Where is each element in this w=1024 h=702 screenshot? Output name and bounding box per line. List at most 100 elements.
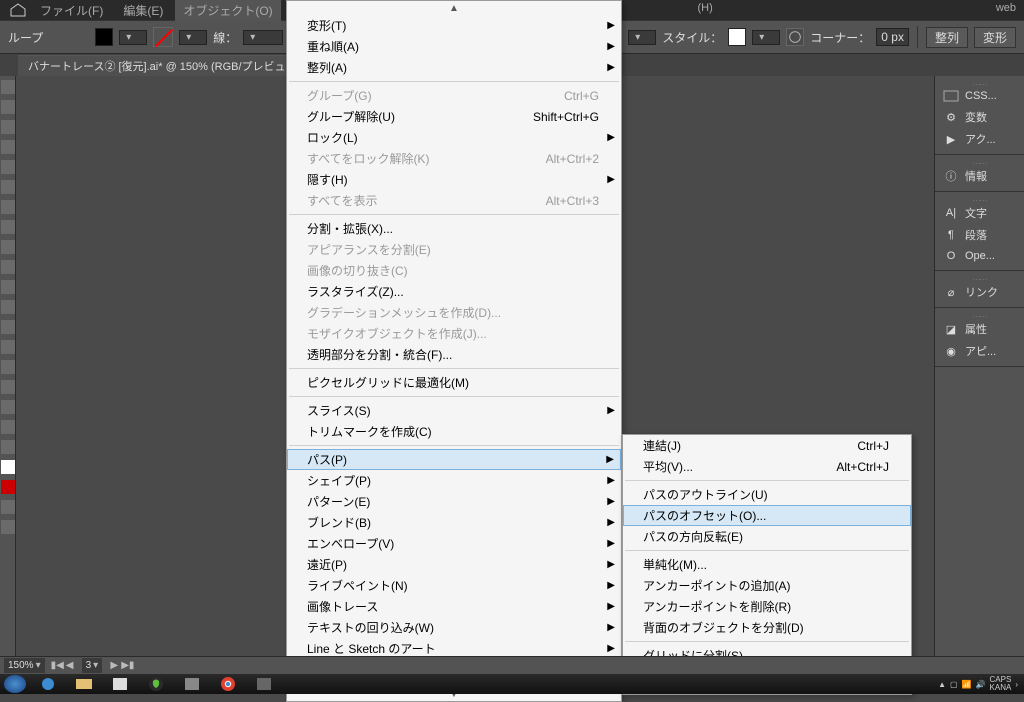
opacity-combo[interactable] bbox=[628, 30, 656, 45]
menu-item[interactable]: ライブペイント(N)▶ bbox=[287, 575, 621, 596]
zoom-combo[interactable]: 150% bbox=[4, 658, 45, 673]
artboard-combo[interactable]: 3 bbox=[82, 658, 103, 673]
transform-button[interactable]: 変形 bbox=[974, 27, 1016, 48]
panel-character[interactable]: A|文字 bbox=[935, 202, 1024, 224]
menu-object-dropdown[interactable]: ▲変形(T)▶重ね順(A)▶整列(A)▶グループ(G)Ctrl+Gグループ解除(… bbox=[286, 0, 622, 702]
tool-generic[interactable] bbox=[1, 220, 15, 234]
menu-item[interactable]: 平均(V)...Alt+Ctrl+J bbox=[623, 456, 911, 477]
menu-item[interactable]: 画像トレース▶ bbox=[287, 596, 621, 617]
taskbar-app1[interactable] bbox=[103, 675, 137, 693]
artboard-nav-fwd[interactable]: ▶▶▮ bbox=[108, 660, 133, 671]
stroke-color-combo[interactable] bbox=[179, 30, 207, 45]
tool-generic[interactable] bbox=[1, 240, 15, 254]
style-combo[interactable] bbox=[752, 30, 780, 45]
stroke-none-icon[interactable] bbox=[153, 27, 173, 47]
panel-info[interactable]: ⓘ情報 bbox=[935, 165, 1024, 187]
menu-item[interactable]: テキストの回り込み(W)▶ bbox=[287, 617, 621, 638]
start-button[interactable] bbox=[4, 675, 26, 693]
menu-web[interactable]: web bbox=[996, 2, 1016, 14]
taskbar-app3[interactable] bbox=[247, 675, 281, 693]
tool-generic[interactable] bbox=[1, 280, 15, 294]
menu-item[interactable]: シェイプ(P)▶ bbox=[287, 470, 621, 491]
tool-generic[interactable] bbox=[1, 520, 15, 534]
menu-item[interactable]: 背面のオブジェクトを分割(D) bbox=[623, 617, 911, 638]
menu-file[interactable]: ファイル(F) bbox=[32, 0, 111, 21]
menu-item[interactable]: ラスタライズ(Z)... bbox=[287, 281, 621, 302]
tool-generic[interactable] bbox=[1, 300, 15, 314]
toolbox[interactable] bbox=[0, 76, 16, 656]
tool-generic[interactable] bbox=[1, 420, 15, 434]
taskbar-ie[interactable] bbox=[31, 675, 65, 693]
align-button[interactable]: 整列 bbox=[926, 27, 968, 48]
menu-item[interactable]: 単純化(M)... bbox=[623, 554, 911, 575]
tool-generic[interactable] bbox=[1, 100, 15, 114]
menu-item[interactable]: パス(P)▶ bbox=[287, 449, 621, 470]
tool-generic[interactable] bbox=[1, 200, 15, 214]
stroke-width-combo[interactable] bbox=[243, 30, 283, 45]
menu-item[interactable]: パスの方向反転(E) bbox=[623, 526, 911, 547]
menu-item[interactable]: アンカーポイントの追加(A) bbox=[623, 575, 911, 596]
corner-value[interactable]: 0 px bbox=[876, 28, 909, 46]
panel-css[interactable]: CSS... bbox=[935, 86, 1024, 106]
taskbar[interactable]: ▲ ▢ 📶 🔊 CAPS KANA › bbox=[0, 674, 1024, 694]
taskbar-explorer[interactable] bbox=[67, 675, 101, 693]
tool-stroke-swatch[interactable] bbox=[1, 480, 15, 494]
menu-item[interactable]: ピクセルグリッドに最適化(M) bbox=[287, 372, 621, 393]
tray-up-icon[interactable]: ▲ bbox=[938, 680, 946, 689]
tool-generic[interactable] bbox=[1, 140, 15, 154]
document-tab[interactable]: バナートレース② [復元].ai* @ 150% (RGB/プレビュー) bbox=[18, 55, 310, 76]
tool-generic[interactable] bbox=[1, 120, 15, 134]
menu-item[interactable]: パターン(E)▶ bbox=[287, 491, 621, 512]
panel-opentype[interactable]: OOpe... bbox=[935, 246, 1024, 266]
tool-generic[interactable] bbox=[1, 260, 15, 274]
menu-item[interactable]: 整列(A)▶ bbox=[287, 57, 621, 78]
tray-volume-icon[interactable]: 🔊 bbox=[976, 680, 986, 689]
menu-item[interactable]: 重ね順(A)▶ bbox=[287, 36, 621, 57]
menu-item[interactable]: 連結(J)Ctrl+J bbox=[623, 435, 911, 456]
tool-generic[interactable] bbox=[1, 380, 15, 394]
menu-item[interactable]: 透明部分を分割・統合(F)... bbox=[287, 344, 621, 365]
tray-action-center-icon[interactable]: ▢ bbox=[950, 680, 958, 689]
panel-variables[interactable]: ⚙変数 bbox=[935, 106, 1024, 128]
menu-item[interactable]: アンカーポイントを削除(R) bbox=[623, 596, 911, 617]
menu-scroll-up[interactable]: ▲ bbox=[287, 1, 621, 15]
tray-chevron-icon[interactable]: › bbox=[1015, 680, 1018, 689]
panel-attributes[interactable]: ◪属性 bbox=[935, 318, 1024, 340]
menu-item[interactable]: パスのオフセット(O)... bbox=[623, 505, 911, 526]
tool-generic[interactable] bbox=[1, 440, 15, 454]
menu-item[interactable]: スライス(S)▶ bbox=[287, 400, 621, 421]
tool-generic[interactable] bbox=[1, 180, 15, 194]
tray-network-icon[interactable]: 📶 bbox=[962, 680, 972, 689]
menu-item[interactable]: エンベロープ(V)▶ bbox=[287, 533, 621, 554]
menu-item[interactable]: 遠近(P)▶ bbox=[287, 554, 621, 575]
tool-generic[interactable] bbox=[1, 80, 15, 94]
taskbar-evernote[interactable] bbox=[139, 675, 173, 693]
menu-help-hint[interactable]: (H) bbox=[697, 2, 712, 14]
fill-swatch[interactable] bbox=[95, 28, 113, 46]
panel-links[interactable]: ⌀リンク bbox=[935, 281, 1024, 303]
menu-object[interactable]: オブジェクト(O) bbox=[175, 0, 280, 21]
menu-item[interactable]: ブレンド(B)▶ bbox=[287, 512, 621, 533]
menu-item[interactable]: トリムマークを作成(C) bbox=[287, 421, 621, 442]
tool-generic[interactable] bbox=[1, 500, 15, 514]
tool-fill-swatch[interactable] bbox=[1, 460, 15, 474]
tool-generic[interactable] bbox=[1, 360, 15, 374]
taskbar-app2[interactable] bbox=[175, 675, 209, 693]
panel-appearance[interactable]: ◉アピ... bbox=[935, 340, 1024, 362]
menu-item[interactable]: グループ解除(U)Shift+Ctrl+G bbox=[287, 106, 621, 127]
tool-generic[interactable] bbox=[1, 340, 15, 354]
tool-generic[interactable] bbox=[1, 400, 15, 414]
home-icon[interactable] bbox=[8, 3, 28, 17]
panel-actions[interactable]: ▶アク... bbox=[935, 128, 1024, 150]
menu-item[interactable]: 隠す(H)▶ bbox=[287, 169, 621, 190]
tool-generic[interactable] bbox=[1, 320, 15, 334]
system-tray[interactable]: ▲ ▢ 📶 🔊 CAPS KANA › bbox=[938, 676, 1024, 692]
fill-combo[interactable] bbox=[119, 30, 147, 45]
panel-paragraph[interactable]: ¶段落 bbox=[935, 224, 1024, 246]
menu-edit[interactable]: 編集(E) bbox=[115, 0, 171, 21]
menu-item[interactable]: ロック(L)▶ bbox=[287, 127, 621, 148]
taskbar-chrome[interactable] bbox=[211, 675, 245, 693]
menu-item[interactable]: 分割・拡張(X)... bbox=[287, 218, 621, 239]
artboard-nav[interactable]: ▮◀◀ bbox=[51, 660, 76, 671]
globe-icon[interactable] bbox=[786, 28, 804, 46]
